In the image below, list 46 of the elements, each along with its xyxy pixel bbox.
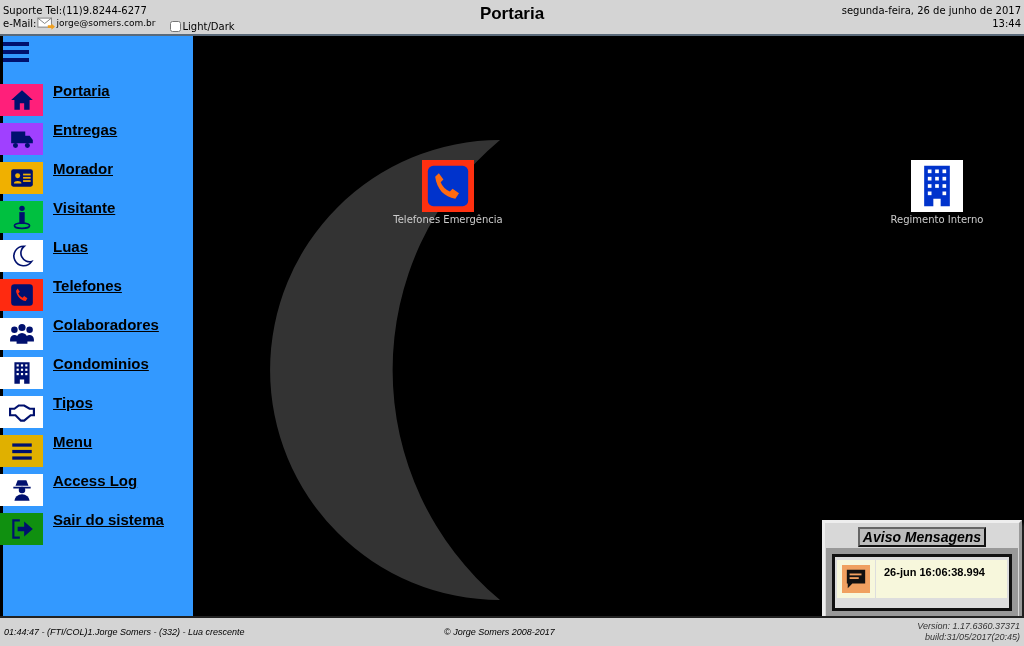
email-label: e-Mail: [3,17,37,30]
date-text: segunda-feira, 26 de junho de 2017 [841,4,1021,17]
menu-icon-tile[interactable] [0,201,43,233]
theme-checkbox[interactable] [169,21,181,32]
sidebar-link[interactable]: Tipos [53,394,93,411]
menu-icon-tile[interactable] [0,474,43,506]
shortcut-label[interactable]: Telefones Emergência [393,214,503,225]
sidebar-link[interactable]: Condominios [53,355,149,372]
email-link[interactable]: jorge@somers.com.br [56,17,156,30]
menu-icon-tile[interactable] [0,123,43,155]
sidebar-link[interactable]: Morador [53,160,113,177]
shortcut-label[interactable]: Regimento Interno [890,214,984,225]
phone-shortcut-icon[interactable] [422,160,474,212]
sidebar-link[interactable]: Luas [53,238,88,255]
sidebar-link[interactable]: Menu [53,433,93,450]
menu-icon-tile[interactable] [0,240,43,272]
menu-icon-tile[interactable] [0,162,43,194]
sidebar-link[interactable]: Access Log [53,472,138,489]
sidebar-link[interactable]: Telefones [53,277,122,294]
people-icon [8,321,35,347]
sidebar-link[interactable]: Colaboradores [53,316,159,333]
menu-icon-tile[interactable] [0,513,43,545]
menu-icon-tile[interactable] [0,435,43,467]
message-panel-title: Aviso Mensagens [857,527,987,547]
version-text: Version: 1.17.6360.37371 [917,621,1020,632]
clock-time: 13:44 [992,17,1021,30]
copyright-text: © Jorge Somers 2008-2017 [444,627,555,637]
page-title: Portaria [479,4,545,24]
support-phone: Suporte Tel:(11)9.8244-6277 [3,4,148,17]
sidebar-link[interactable]: Visitante [53,199,116,216]
menu-icon-tile[interactable] [0,279,43,311]
theme-label: Light/Dark [182,21,235,32]
menu-icon-tile[interactable] [0,318,43,350]
chat-icon[interactable] [842,565,870,593]
session-info: 01:44:47 - (FTI/COL)1.Jorge Somers - (332) - Lua crescente [4,627,246,637]
phone-icon [8,282,35,308]
menu-icon-tile[interactable] [0,84,43,116]
sidebar-link[interactable]: Portaria [53,82,110,99]
building-shortcut-icon[interactable] [911,160,963,212]
sidebar-link[interactable]: Sair do sistema [53,511,164,528]
sidebar-link[interactable]: Entregas [53,121,118,138]
menu-icon[interactable] [3,39,29,65]
menu-icon-tile[interactable] [0,357,43,389]
build-text: build:31/05/2017(20:45) [924,632,1020,643]
envelope-icon [37,17,56,30]
menu-icon-tile[interactable] [0,396,43,428]
